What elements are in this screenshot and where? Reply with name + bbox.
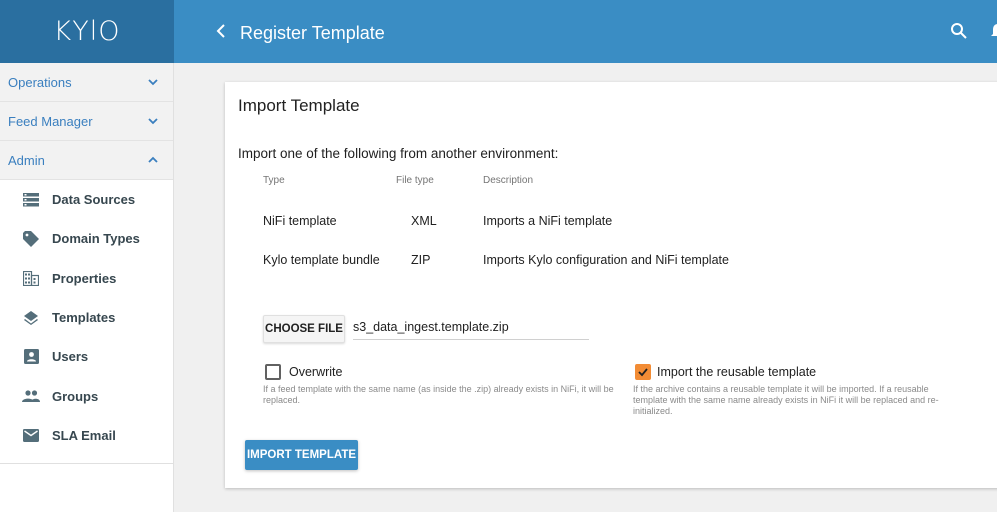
sidebar-section-admin[interactable]: Admin bbox=[0, 141, 173, 180]
choose-file-button[interactable]: CHOOSE FILE bbox=[263, 315, 345, 343]
selected-file-name: s3_data_ingest.template.zip bbox=[353, 320, 589, 340]
business-icon bbox=[22, 269, 40, 287]
import-reusable-hint: If the archive contains a reusable templ… bbox=[633, 384, 939, 416]
table-cell-file-type: ZIP bbox=[411, 253, 431, 267]
sidebar-item-properties[interactable]: Properties bbox=[0, 259, 173, 298]
sidebar-item-users[interactable]: Users bbox=[0, 337, 173, 376]
table-cell-type: Kylo template bundle bbox=[263, 253, 380, 267]
top-toolbar: KYlO bbox=[0, 0, 997, 63]
import-reusable-label[interactable]: Import the reusable template bbox=[657, 365, 816, 379]
section-label: Feed Manager bbox=[8, 113, 93, 129]
group-icon bbox=[22, 387, 40, 405]
chevron-left-icon bbox=[216, 24, 225, 38]
table-header-description: Description bbox=[483, 175, 534, 186]
section-label: Operations bbox=[8, 74, 72, 90]
admin-nav-list: Data Sources Domain Types Properties Tem… bbox=[0, 180, 173, 465]
sidebar-item-label: Users bbox=[52, 349, 89, 365]
table-cell-type: NiFi template bbox=[263, 214, 337, 228]
overwrite-hint: If a feed template with the same name (a… bbox=[263, 384, 614, 405]
sidebar-item-label: Domain Types bbox=[52, 231, 140, 247]
card-title: Import Template bbox=[238, 96, 360, 115]
email-icon bbox=[22, 426, 40, 444]
sidebar-item-label: Data Sources bbox=[52, 192, 136, 208]
person-box-icon bbox=[22, 348, 40, 366]
sidebar-item-label: Groups bbox=[52, 388, 99, 404]
notifications-button[interactable] bbox=[989, 22, 997, 42]
import-template-button[interactable]: IMPORT TEMPLATE bbox=[245, 440, 358, 470]
import-reusable-checkbox[interactable] bbox=[635, 364, 651, 380]
sidebar-item-label: Templates bbox=[52, 310, 116, 326]
storage-icon bbox=[22, 191, 40, 209]
sidebar: Operations Feed Manager Admin Data Sourc… bbox=[0, 63, 174, 512]
chevron-down-icon bbox=[148, 118, 158, 125]
table-header-type: Type bbox=[263, 175, 285, 186]
sidebar-item-templates[interactable]: Templates bbox=[0, 298, 173, 337]
overwrite-checkbox[interactable] bbox=[265, 364, 281, 380]
layers-icon bbox=[22, 309, 40, 327]
search-icon bbox=[951, 23, 967, 39]
sidebar-section-operations[interactable]: Operations bbox=[0, 63, 173, 102]
sidebar-item-groups[interactable]: Groups bbox=[0, 376, 173, 415]
table-cell-description: Imports Kylo configuration and NiFi temp… bbox=[483, 253, 729, 267]
sidebar-item-sla-email[interactable]: SLA Email bbox=[0, 416, 173, 455]
import-heading: Import one of the following from another… bbox=[238, 146, 559, 161]
back-button[interactable] bbox=[214, 22, 232, 42]
tag-icon bbox=[22, 230, 40, 248]
bell-icon bbox=[991, 24, 997, 36]
table-header-file-type: File type bbox=[396, 175, 434, 186]
sidebar-item-data-sources[interactable]: Data Sources bbox=[0, 180, 173, 219]
search-button[interactable] bbox=[950, 22, 970, 42]
section-label: Admin bbox=[8, 152, 45, 168]
page-title: Register Template bbox=[240, 23, 385, 43]
table-cell-description: Imports a NiFi template bbox=[483, 214, 613, 228]
chevron-down-icon bbox=[148, 79, 158, 86]
sidebar-item-domain-types[interactable]: Domain Types bbox=[0, 219, 173, 258]
logo[interactable]: KYlO bbox=[0, 0, 174, 63]
logo-text: KYlO bbox=[53, 16, 121, 47]
import-template-card: Import Template Import one of the follow… bbox=[225, 82, 997, 488]
sidebar-item-label: SLA Email bbox=[52, 427, 116, 443]
checkmark-icon bbox=[638, 368, 648, 377]
sidebar-section-feed-manager[interactable]: Feed Manager bbox=[0, 102, 173, 141]
sidebar-item-label: Properties bbox=[52, 270, 117, 286]
table-cell-file-type: XML bbox=[411, 214, 437, 228]
overwrite-label[interactable]: Overwrite bbox=[289, 365, 342, 379]
chevron-up-icon bbox=[148, 156, 158, 163]
